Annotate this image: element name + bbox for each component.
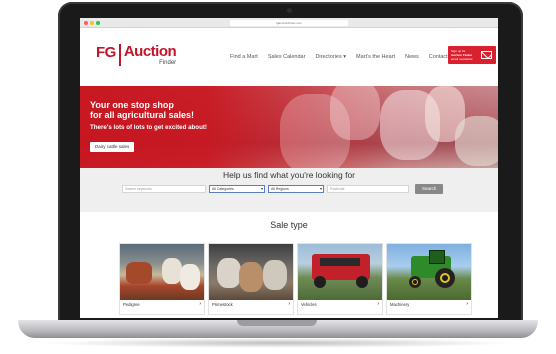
hero-subtitle: There's lots of lots to get excited abou… <box>90 124 207 131</box>
nav-find-a-mart[interactable]: Find a Mart <box>230 54 258 60</box>
machinery-image <box>387 244 471 300</box>
sale-card-machinery[interactable]: Machinery › <box>387 244 471 314</box>
category-select[interactable]: All Categories <box>209 185 265 193</box>
site-header: FG Auction Finder Find a Mart Sales Cale… <box>80 28 498 86</box>
chevron-down-icon: ▾ <box>343 54 347 60</box>
address-bar[interactable]: fgauctionfinder.com <box>230 20 348 26</box>
hero-cow-image <box>455 116 498 166</box>
close-window-button[interactable] <box>84 21 88 25</box>
hero-title-line2: for all agricultural sales! <box>90 110 195 120</box>
vehicles-image <box>298 244 382 300</box>
sale-type-title: Sale type <box>270 220 308 230</box>
search-title: Help us find what you're looking for <box>222 170 356 180</box>
signup-text: Sign up for Auction Finder email newslet… <box>448 49 478 61</box>
sale-card-primestock[interactable]: Primestock › <box>209 244 293 314</box>
chevron-right-icon: › <box>377 301 379 307</box>
card-label: Machinery <box>390 302 410 307</box>
chevron-right-icon: › <box>466 301 468 307</box>
laptop-shadow <box>40 338 516 348</box>
chevron-right-icon: › <box>199 301 201 307</box>
nav-marts-the-heart[interactable]: Mart's the Heart <box>356 54 395 60</box>
keywords-input[interactable]: Search keywords <box>122 185 206 193</box>
laptop-screen: fgauctionfinder.com FG Auction Finder Fi… <box>80 18 498 318</box>
nav-sales-calendar[interactable]: Sales Calendar <box>268 54 306 60</box>
search-button[interactable]: Search <box>415 184 444 194</box>
logo-finder-text: Finder <box>159 60 177 66</box>
nav-news[interactable]: News <box>405 54 419 60</box>
card-label: Primestock <box>212 302 233 307</box>
pedigree-image <box>120 244 204 300</box>
camera <box>287 8 292 13</box>
mail-icon <box>481 51 492 59</box>
region-select[interactable]: All Regions <box>268 185 324 193</box>
logo-auction-text: Auction <box>123 43 177 60</box>
signup-line3: email newsletter <box>451 57 473 61</box>
search-section: Help us find what you're looking for Sea… <box>80 168 498 212</box>
nav-directories[interactable]: Directories ▾ <box>315 54 346 60</box>
card-label: Vehicles <box>301 302 317 307</box>
maximize-window-button[interactable] <box>96 21 100 25</box>
logo-divider <box>118 44 121 66</box>
newsletter-signup-button[interactable]: Sign up for Auction Finder email newslet… <box>448 46 496 64</box>
logo-fg-text: FG <box>96 44 116 61</box>
sale-card-vehicles[interactable]: Vehicles › <box>298 244 382 314</box>
nav-contact[interactable]: Contact <box>429 54 448 60</box>
search-form: Search keywords All Categories All Regio… <box>122 184 444 194</box>
hero-banner: Your one stop shop for all agricultural … <box>80 86 498 168</box>
dairy-cattle-sales-button[interactable]: Dairy cattle sales <box>90 142 135 152</box>
chevron-right-icon: › <box>288 301 290 307</box>
sale-card-pedigree[interactable]: Pedigree › <box>120 244 204 314</box>
sale-type-cards: Pedigree › Primestock › Vehicles › Machi… <box>120 244 471 314</box>
postcode-input[interactable]: Postcode <box>327 185 409 193</box>
nav-directories-label: Directories <box>315 54 342 60</box>
hero-title-line1: Your one stop shop <box>90 100 174 110</box>
primestock-image <box>209 244 293 300</box>
browser-toolbar: fgauctionfinder.com <box>80 18 498 28</box>
hero-title: Your one stop shop for all agricultural … <box>90 100 194 120</box>
minimize-window-button[interactable] <box>90 21 94 25</box>
card-label: Pedigree <box>123 302 140 307</box>
laptop-notch <box>237 320 317 326</box>
logo-wordmark: Auction Finder <box>123 43 177 66</box>
hero-cow-image <box>330 86 380 140</box>
site-logo[interactable]: FG Auction Finder <box>96 43 177 66</box>
main-nav: Find a Mart Sales Calendar Directories ▾… <box>230 54 448 60</box>
